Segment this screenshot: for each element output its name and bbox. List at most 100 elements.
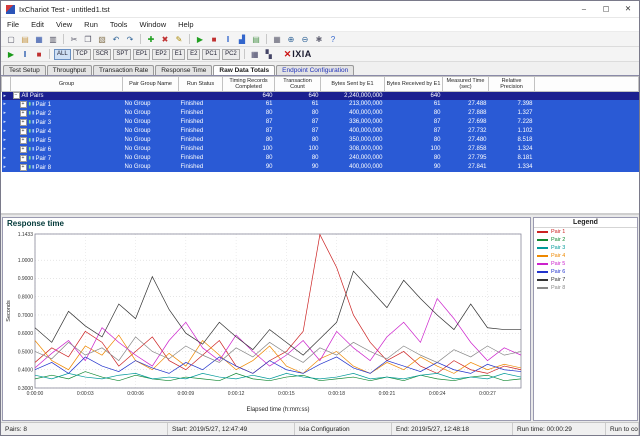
svg-text:0:00:24: 0:00:24 bbox=[429, 391, 446, 397]
row-marker-icon: ▸ bbox=[4, 93, 7, 99]
minimize-button[interactable]: – bbox=[573, 1, 595, 17]
tree-expand-icon[interactable]: + bbox=[20, 164, 27, 171]
view-button-pc2[interactable]: PC2 bbox=[222, 49, 240, 60]
col-header-blank[interactable] bbox=[535, 77, 639, 92]
chart-icon[interactable]: ▟ bbox=[236, 34, 249, 45]
table-row-pair-7[interactable]: ▸+▮▮Pair 7No GroupFinished8080240,000,00… bbox=[2, 154, 639, 163]
view-button-ep2[interactable]: EP2 bbox=[152, 49, 169, 60]
open-icon[interactable]: ▤ bbox=[19, 34, 32, 45]
svg-text:0.4000: 0.4000 bbox=[18, 368, 34, 374]
tab-throughput[interactable]: Throughput bbox=[47, 65, 92, 75]
menu-help[interactable]: Help bbox=[172, 20, 199, 29]
tree-expand-icon[interactable]: + bbox=[20, 119, 27, 126]
table-row-pair-1[interactable]: ▸+▮▮Pair 1No GroupFinished6161213,000,00… bbox=[2, 100, 639, 109]
view-button-spt[interactable]: SPT bbox=[113, 49, 131, 60]
legend-item-pair-2[interactable]: Pair 2 bbox=[534, 236, 637, 244]
stop-icon[interactable]: ■ bbox=[208, 34, 221, 45]
copy-icon[interactable]: ❐ bbox=[82, 34, 95, 45]
col-header-blank[interactable] bbox=[2, 77, 11, 92]
table-row-pair-8[interactable]: ▸+▮▮Pair 8No GroupFinished9090400,000,00… bbox=[2, 163, 639, 172]
help-icon[interactable]: ? bbox=[327, 34, 340, 45]
table-row-pair-4[interactable]: ▸+▮▮Pair 4No GroupFinished8787400,000,00… bbox=[2, 127, 639, 136]
edit-icon[interactable]: ✎ bbox=[173, 34, 186, 45]
col-header-group[interactable]: Group bbox=[11, 77, 123, 92]
tree-expand-icon[interactable]: + bbox=[20, 101, 27, 108]
legend-label: Pair 8 bbox=[551, 285, 565, 291]
paste-icon[interactable]: ▧ bbox=[96, 34, 109, 45]
col-header-timing-records-completed[interactable]: Timing Records Completed bbox=[223, 77, 275, 92]
tab-raw-data-totals[interactable]: Raw Data Totals bbox=[213, 65, 275, 75]
legend-item-pair-3[interactable]: Pair 3 bbox=[534, 244, 637, 252]
col-header-bytes-received-by-e1[interactable]: Bytes Received by E1 bbox=[385, 77, 443, 92]
legend-item-pair-4[interactable]: Pair 4 bbox=[534, 252, 637, 260]
pause-icon[interactable]: ‖ bbox=[222, 34, 235, 45]
svg-text:1.1433: 1.1433 bbox=[18, 232, 34, 238]
legend-item-pair-7[interactable]: Pair 7 bbox=[534, 276, 637, 284]
status-segment-2: Ixia Configuration bbox=[295, 423, 392, 435]
col-header-run-status[interactable]: Run Status bbox=[179, 77, 223, 92]
table-row-pair-2[interactable]: ▸+▮▮Pair 2No GroupFinished8080400,000,00… bbox=[2, 109, 639, 118]
grid-view-icon[interactable]: ▦ bbox=[248, 49, 261, 60]
menu-file[interactable]: File bbox=[1, 20, 25, 29]
endpoint1-icon: ▮ bbox=[29, 119, 31, 124]
grid-icon[interactable]: ▦ bbox=[271, 34, 284, 45]
legend-item-pair-1[interactable]: Pair 1 bbox=[534, 228, 637, 236]
run-test-icon[interactable]: ▶ bbox=[5, 49, 18, 60]
menu-tools[interactable]: Tools bbox=[104, 20, 134, 29]
delete-icon[interactable]: ✖ bbox=[159, 34, 172, 45]
close-button[interactable]: ✕ bbox=[617, 1, 639, 17]
run-icon[interactable]: ▶ bbox=[194, 34, 207, 45]
tree-collapse-icon[interactable]: − bbox=[13, 92, 20, 99]
undo-icon[interactable]: ↶ bbox=[110, 34, 123, 45]
col-header-measured-time-sec[interactable]: Measured Time (sec) bbox=[443, 77, 489, 92]
view-button-scr[interactable]: SCR bbox=[93, 49, 112, 60]
tree-expand-icon[interactable]: + bbox=[20, 110, 27, 117]
print-icon[interactable]: ▥ bbox=[47, 34, 60, 45]
view-button-e2[interactable]: E2 bbox=[187, 49, 200, 60]
legend-item-pair-6[interactable]: Pair 6 bbox=[534, 268, 637, 276]
legend-item-pair-8[interactable]: Pair 8 bbox=[534, 284, 637, 292]
table-row-pair-3[interactable]: ▸+▮▮Pair 3No GroupFinished8787336,000,00… bbox=[2, 118, 639, 127]
menu-window[interactable]: Window bbox=[133, 20, 172, 29]
tree-expand-icon[interactable]: + bbox=[20, 155, 27, 162]
tab-bar: Test SetupThroughputTransaction RateResp… bbox=[1, 62, 639, 76]
settings-icon[interactable]: ✱ bbox=[313, 34, 326, 45]
table-row-all-pairs[interactable]: ▸−All Pairs6406402,240,000,000640 bbox=[2, 92, 639, 101]
col-header-transaction-count[interactable]: Transaction Count bbox=[275, 77, 321, 92]
toolbar-separator bbox=[189, 34, 190, 44]
pause-test-icon[interactable]: ‖ bbox=[19, 49, 32, 60]
tab-test-setup[interactable]: Test Setup bbox=[3, 65, 46, 75]
view-button-all[interactable]: ALL bbox=[54, 49, 71, 60]
tab-transaction-rate[interactable]: Transaction Rate bbox=[93, 65, 154, 75]
zoom-in-icon[interactable]: ⊕ bbox=[285, 34, 298, 45]
col-header-bytes-sent-by-e1[interactable]: Bytes Sent by E1 bbox=[321, 77, 385, 92]
col-header-pair-group-name[interactable]: Pair Group Name bbox=[123, 77, 179, 92]
zoom-out-icon[interactable]: ⊖ bbox=[299, 34, 312, 45]
stop-test-icon[interactable]: ■ bbox=[33, 49, 46, 60]
maximize-button[interactable]: ▢ bbox=[595, 1, 617, 17]
add-pair-icon[interactable]: ✚ bbox=[145, 34, 158, 45]
save-icon[interactable]: ▦ bbox=[33, 34, 46, 45]
menu-view[interactable]: View bbox=[50, 20, 78, 29]
col-header-relative-precision[interactable]: Relative Precision bbox=[489, 77, 535, 92]
menu-edit[interactable]: Edit bbox=[25, 20, 50, 29]
tab-endpoint-configuration[interactable]: Endpoint Configuration bbox=[276, 65, 354, 75]
menu-run[interactable]: Run bbox=[78, 20, 104, 29]
view-button-pc1[interactable]: PC1 bbox=[202, 49, 220, 60]
row-marker-icon: ▸ bbox=[4, 146, 7, 152]
table-row-pair-5[interactable]: ▸+▮▮Pair 5No GroupFinished8080350,000,00… bbox=[2, 136, 639, 145]
view-button-tcp[interactable]: TCP bbox=[73, 49, 91, 60]
chart-view-icon[interactable]: ▚ bbox=[262, 49, 275, 60]
tree-expand-icon[interactable]: + bbox=[20, 128, 27, 135]
view-button-ep1[interactable]: EP1 bbox=[133, 49, 150, 60]
report-icon[interactable]: ▤ bbox=[250, 34, 263, 45]
redo-icon[interactable]: ↷ bbox=[124, 34, 137, 45]
view-button-e1[interactable]: E1 bbox=[172, 49, 185, 60]
new-test-icon[interactable]: ▢ bbox=[5, 34, 18, 45]
cut-icon[interactable]: ✂ bbox=[68, 34, 81, 45]
tree-expand-icon[interactable]: + bbox=[20, 146, 27, 153]
table-row-pair-6[interactable]: ▸+▮▮Pair 6No GroupFinished100100308,000,… bbox=[2, 145, 639, 154]
legend-item-pair-5[interactable]: Pair 5 bbox=[534, 260, 637, 268]
tree-expand-icon[interactable]: + bbox=[20, 137, 27, 144]
tab-response-time[interactable]: Response Time bbox=[155, 65, 212, 75]
